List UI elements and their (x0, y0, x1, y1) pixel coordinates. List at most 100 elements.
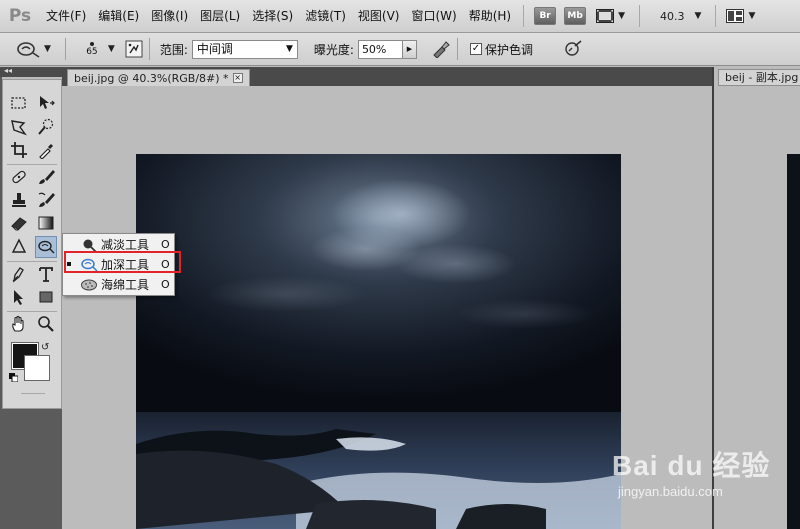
exposure-input[interactable]: 50% (357, 39, 403, 59)
chevron-down-icon: ▼ (748, 11, 756, 21)
menu-help[interactable]: 帮助(H) (463, 0, 517, 33)
pen-tool[interactable] (8, 263, 30, 285)
view-extras-button[interactable]: ▼ (596, 9, 625, 23)
airbrush-toggle[interactable] (431, 40, 451, 58)
mini-bridge-button[interactable]: Mb (564, 7, 587, 25)
quick-selection-tool[interactable] (35, 116, 57, 138)
burn-tool-icon (17, 42, 40, 58)
panel-collapse-strip[interactable]: ◂◂ (0, 66, 62, 77)
brush-size-label: 65 (86, 46, 98, 57)
lasso-tool[interactable] (8, 116, 30, 138)
range-value: 中间调 (196, 41, 233, 56)
flyout-item-sponge[interactable]: 海绵工具 O (63, 275, 174, 294)
lasso-icon (11, 120, 27, 136)
range-select[interactable]: 中间调 ▼ (191, 39, 298, 59)
brush-preset-picker[interactable]: 65 ▼ (80, 41, 115, 57)
options-separator (456, 38, 458, 60)
blur-tool[interactable] (8, 236, 30, 258)
airbrush-icon (433, 41, 450, 58)
crop-tool[interactable] (8, 139, 30, 161)
brush-panel-toggle[interactable] (125, 40, 143, 58)
brush-panel-icon (125, 40, 143, 58)
burn-tool[interactable] (35, 236, 57, 258)
bridge-button[interactable]: Br (534, 7, 557, 25)
pen-icon (12, 267, 24, 283)
healing-brush-tool[interactable] (8, 166, 30, 188)
protect-tones-label: 保护色调 (484, 42, 533, 57)
hand-icon (12, 315, 24, 332)
zoom-tool[interactable] (35, 313, 57, 335)
chevron-down-icon[interactable]: ▼ (695, 11, 702, 21)
move-icon (40, 96, 55, 109)
menu-window[interactable]: 窗口(W) (405, 0, 462, 33)
menu-file[interactable]: 文件(F) (40, 0, 92, 33)
eyedropper-tool[interactable] (35, 139, 57, 161)
blur-drop-icon (11, 238, 27, 253)
close-icon[interactable]: × (232, 73, 243, 83)
chevron-down-icon: ▼ (285, 43, 293, 54)
flyout-item-label: 海绵工具 (101, 278, 150, 292)
bandage-icon (12, 170, 26, 184)
stamp-icon (12, 193, 26, 207)
toolbox-separator (7, 311, 57, 312)
path-select-icon (14, 290, 23, 305)
crop-icon (11, 142, 27, 158)
protect-tones-checkbox[interactable]: ✓ (469, 43, 482, 55)
options-separator (64, 38, 66, 60)
range-label: 范围: (159, 42, 188, 57)
left-panel-background (0, 409, 62, 529)
menu-edit[interactable]: 编辑(E) (92, 0, 145, 33)
toolbox: ↺ (2, 79, 62, 409)
document-canvas[interactable] (136, 154, 621, 529)
second-document-tab[interactable]: beij - 副本.jpg (718, 69, 800, 86)
path-selection-tool[interactable] (8, 286, 30, 308)
watermark-url: jingyan.baidu.com (618, 484, 723, 499)
default-colors-icon[interactable] (9, 373, 18, 382)
menu-image[interactable]: 图像(I) (145, 0, 194, 33)
eyedropper-icon (39, 144, 53, 159)
tool-preset-picker[interactable]: ▼ (16, 40, 51, 58)
film-strip-icon (596, 9, 615, 23)
pressure-toggle[interactable] (563, 40, 583, 58)
sponge-icon (81, 279, 97, 290)
options-bar: ▼ 65 ▼ 范围: 中间调 ▼ 曝光度: 50% ▶ ✓ 保护色调 (0, 33, 800, 66)
hand-tool[interactable] (8, 313, 30, 335)
clone-stamp-tool[interactable] (8, 189, 30, 211)
document-tab-title: beij.jpg @ 40.3%(RGB/8#) * (74, 71, 229, 85)
gradient-tool[interactable] (35, 212, 57, 234)
history-brush-tool[interactable] (35, 189, 57, 211)
menu-separator (523, 5, 525, 27)
toolbox-separator (7, 261, 57, 262)
background-color-swatch[interactable] (24, 355, 50, 381)
exposure-slider-toggle[interactable]: ▶ (402, 39, 417, 59)
shortcut-key: O (161, 238, 170, 251)
eraser-tool[interactable] (8, 212, 30, 234)
burn-icon (38, 240, 55, 254)
move-tool[interactable] (35, 92, 57, 114)
arrange-documents-button[interactable]: ▼ (726, 9, 755, 23)
toolbox-separator (21, 393, 45, 394)
baidu-jingyan-watermark: Bai du 经验 jingyan.baidu.com (612, 444, 798, 524)
history-brush-icon (38, 192, 55, 207)
quick-selection-icon (38, 118, 54, 135)
menu-select[interactable]: 选择(S) (246, 0, 299, 33)
rectangle-tool[interactable] (35, 286, 57, 308)
menu-view[interactable]: 视图(V) (352, 0, 406, 33)
chevron-down-icon: ▼ (107, 44, 115, 54)
night-seascape-image (136, 154, 621, 529)
exposure-label: 曝光度: (313, 42, 354, 57)
chevron-down-icon: ▼ (44, 44, 51, 54)
marquee-tool[interactable] (8, 92, 30, 114)
menu-bar: Ps 文件(F) 编辑(E) 图像(I) 图层(L) 选择(S) 滤镜(T) 视… (0, 0, 800, 33)
photoshop-logo: Ps (8, 6, 32, 26)
arrange-icon (726, 9, 745, 23)
menu-layer[interactable]: 图层(L) (194, 0, 246, 33)
magnifier-icon (38, 316, 54, 332)
type-tool[interactable] (35, 263, 57, 285)
menu-filter[interactable]: 滤镜(T) (299, 0, 352, 33)
swap-colors-icon[interactable]: ↺ (41, 342, 49, 353)
brush-tool[interactable] (35, 166, 57, 188)
rect-marquee-icon (11, 97, 26, 109)
document-tab[interactable]: beij.jpg @ 40.3%(RGB/8#) * × (67, 69, 250, 86)
zoom-level-dropdown[interactable]: 40.3 (660, 10, 685, 23)
